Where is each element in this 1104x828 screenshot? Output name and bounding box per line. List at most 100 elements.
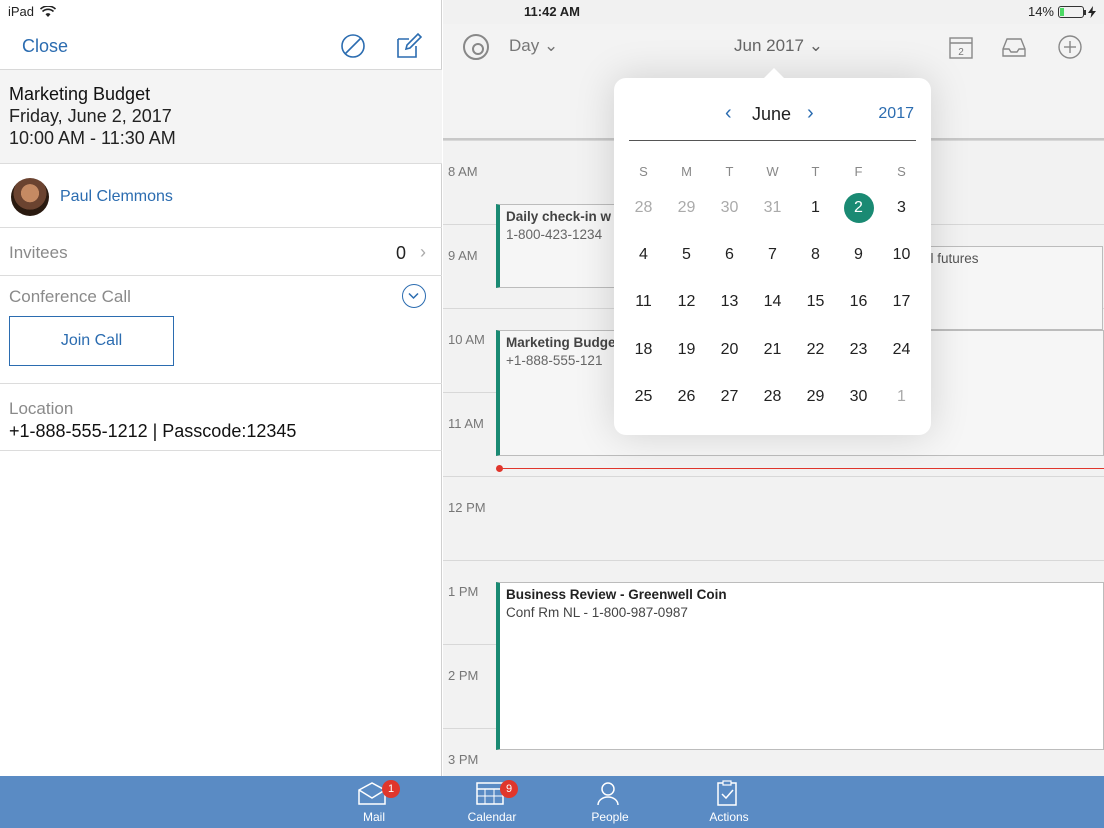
day-cell[interactable]: 3: [880, 184, 923, 231]
view-selector[interactable]: Day ⌄: [509, 36, 558, 56]
divider: [629, 140, 916, 141]
avatar: [11, 178, 49, 216]
weekday-label: T: [725, 164, 734, 179]
status-bar: iPad 11:42 AM 14%: [0, 0, 1104, 24]
day-cell[interactable]: 2: [837, 184, 880, 231]
calendar-badge: 9: [500, 780, 518, 798]
day-cell[interactable]: 21: [751, 326, 794, 373]
weekday-label: F: [854, 164, 863, 179]
add-event-icon[interactable]: [1057, 34, 1083, 60]
hour-row: 12 PM: [443, 476, 1104, 560]
day-cell[interactable]: 10: [880, 231, 923, 278]
event-date: Friday, June 2, 2017: [9, 106, 172, 126]
battery-percent: 14%: [1027, 4, 1054, 19]
day-cell[interactable]: 30: [708, 184, 751, 231]
hour-label: 11 AM: [448, 416, 484, 431]
day-cell[interactable]: 15: [794, 279, 837, 326]
day-cell[interactable]: 16: [837, 279, 880, 326]
event-block[interactable]: Business Review - Greenwell Coin Conf Rm…: [496, 582, 1104, 750]
inbox-icon[interactable]: [1001, 34, 1027, 60]
detail-header: Close: [0, 24, 442, 70]
day-cell[interactable]: 27: [708, 374, 751, 421]
day-cell[interactable]: 28: [622, 184, 665, 231]
tab-bar: 1 Mail 9 Calendar People Actions: [0, 776, 1104, 828]
day-cell[interactable]: 5: [665, 231, 708, 278]
day-cell[interactable]: 28: [751, 374, 794, 421]
tab-label: People: [591, 810, 629, 824]
location-row: Location +1-888-555-1212 | Passcode:1234…: [0, 384, 442, 451]
event-time: 10:00 AM - 11:30 AM: [9, 128, 176, 148]
day-cell[interactable]: 11: [622, 279, 665, 326]
day-cell[interactable]: 23: [837, 326, 880, 373]
organizer-row[interactable]: Paul Clemmons: [0, 164, 442, 228]
day-cell[interactable]: 14: [751, 279, 794, 326]
event-title: Marketing Budget: [9, 84, 151, 104]
month-label: Jun 2017: [734, 36, 804, 55]
day-cell[interactable]: 20: [708, 326, 751, 373]
invitees-row[interactable]: Invitees 0 ›: [0, 228, 442, 276]
tab-calendar[interactable]: 9 Calendar: [452, 776, 532, 828]
picker-month: June: [752, 104, 792, 124]
tab-label: Mail: [362, 810, 385, 824]
picker-year[interactable]: 2017: [878, 105, 914, 123]
chevron-left-icon[interactable]: ‹: [725, 102, 732, 125]
hour-label: 1 PM: [448, 584, 479, 599]
hour-label: 2 PM: [448, 668, 479, 683]
gear-icon[interactable]: [463, 34, 489, 60]
day-cell[interactable]: 1: [880, 374, 923, 421]
today-calendar-icon[interactable]: 2: [948, 34, 974, 60]
organizer-name[interactable]: Paul Clemmons: [60, 188, 173, 206]
day-cell[interactable]: 18: [622, 326, 665, 373]
day-cell[interactable]: 30: [837, 374, 880, 421]
tab-actions[interactable]: Actions: [689, 776, 769, 828]
close-button[interactable]: Close: [22, 36, 68, 57]
location-value[interactable]: +1-888-555-1212 | Passcode:12345: [9, 421, 296, 442]
tab-label: Actions: [709, 810, 749, 824]
day-cell[interactable]: 9: [837, 231, 880, 278]
day-cell[interactable]: 19: [665, 326, 708, 373]
day-cell[interactable]: 22: [794, 326, 837, 373]
hour-label: 8 AM: [448, 164, 478, 179]
day-cell[interactable]: 17: [880, 279, 923, 326]
charging-icon: [1088, 5, 1096, 18]
day-cell[interactable]: 4: [622, 231, 665, 278]
location-label: Location: [9, 399, 74, 418]
weekday-label: S: [639, 164, 648, 179]
day-cell[interactable]: 12: [665, 279, 708, 326]
chevron-down-icon: ⌄: [543, 36, 559, 55]
event-block-title: ell futures: [920, 251, 979, 266]
day-cell[interactable]: 6: [708, 231, 751, 278]
day-cell[interactable]: 25: [622, 374, 665, 421]
day-cell[interactable]: 24: [880, 326, 923, 373]
join-call-button[interactable]: Join Call: [9, 316, 174, 366]
day-cell[interactable]: 13: [708, 279, 751, 326]
event-detail-panel: Close Marketing Budget Friday, June 2, 2…: [0, 0, 442, 776]
day-cell[interactable]: 7: [751, 231, 794, 278]
event-block-subtitle: Conf Rm NL - 1-800-987-0987: [506, 605, 688, 620]
day-cell[interactable]: 29: [794, 374, 837, 421]
day-cell[interactable]: 1: [794, 184, 837, 231]
picker-header: ‹ June › 2017: [614, 78, 931, 142]
chevron-down-icon[interactable]: [402, 284, 426, 308]
chevron-down-icon: ⌄: [808, 36, 823, 55]
battery-icon: [1058, 5, 1086, 18]
chevron-right-icon[interactable]: ›: [807, 102, 814, 125]
chevron-right-icon: ›: [420, 242, 426, 262]
day-cell[interactable]: 26: [665, 374, 708, 421]
day-cell[interactable]: 31: [751, 184, 794, 231]
day-cell[interactable]: 29: [665, 184, 708, 231]
event-block-subtitle: 1-800-423-1234: [506, 227, 603, 242]
day-cell[interactable]: 8: [794, 231, 837, 278]
conference-call-row: Conference Call Join Call: [0, 276, 442, 384]
tab-mail[interactable]: 1 Mail: [334, 776, 414, 828]
event-block[interactable]: Daily check-in w 1-800-423-1234: [496, 204, 622, 288]
edit-icon[interactable]: [394, 32, 422, 60]
tab-label: Calendar: [467, 810, 517, 824]
mail-badge: 1: [382, 780, 400, 798]
weekday-header: SMTWTFS: [622, 164, 923, 179]
clipboard-check-icon: [717, 780, 737, 806]
cancel-event-icon[interactable]: [339, 32, 367, 60]
month-selector[interactable]: Jun 2017 ⌄: [734, 36, 823, 56]
tab-people[interactable]: People: [570, 776, 650, 828]
event-block[interactable]: ell futures: [913, 246, 1103, 330]
